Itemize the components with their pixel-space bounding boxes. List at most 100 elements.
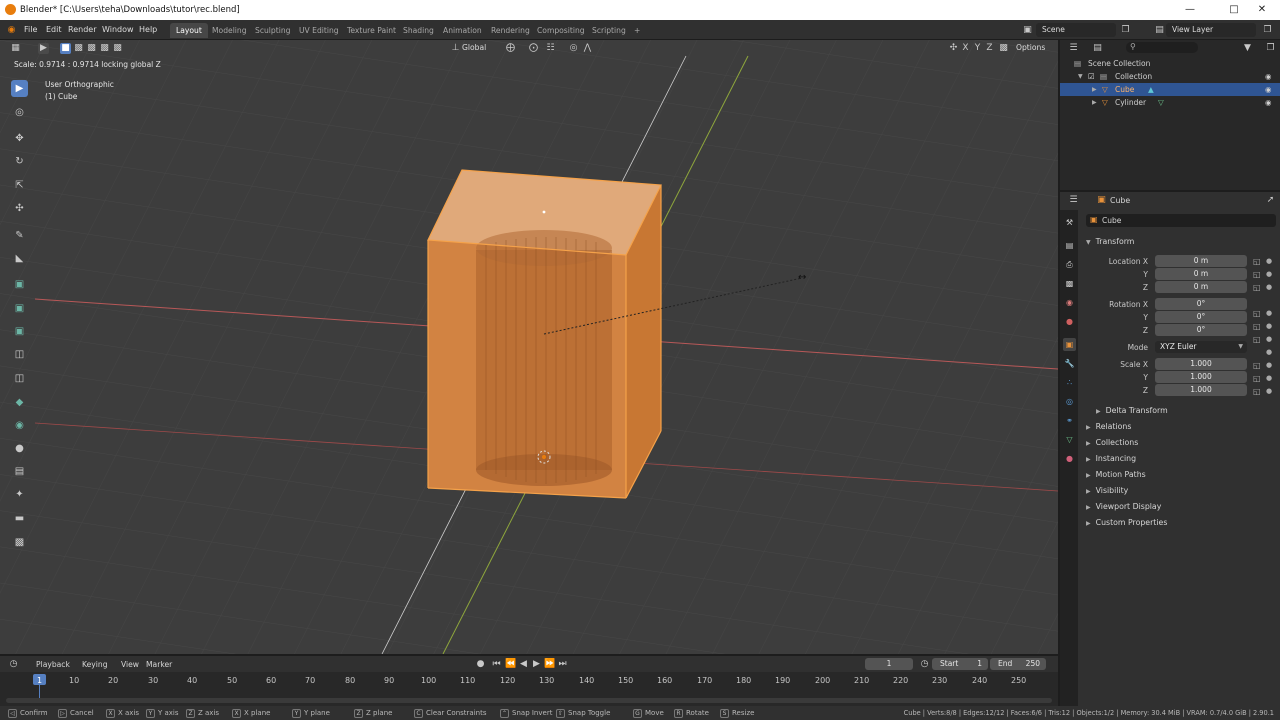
annotate-tool-icon[interactable]: ✎ [11,227,28,244]
transform-panel-header[interactable]: ▼ Transform [1086,237,1134,246]
new-collection-icon[interactable]: ❐ [1265,43,1276,54]
cylinder-body[interactable] [476,250,612,470]
keying-menu[interactable]: Keying [82,660,108,669]
cursor-tool-icon[interactable]: ◎ [11,104,28,121]
jump-end-icon[interactable]: ⏭ [557,659,568,670]
relations-panel[interactable]: ▶ Relations [1086,422,1131,431]
visibility-eye-icon[interactable]: ◉ [1265,96,1272,109]
editor-type-icon[interactable]: ▦ [10,43,21,54]
blender-menu-icon[interactable]: ◉ [6,25,17,36]
tab-compositing[interactable]: Compositing [531,23,591,38]
pin-icon[interactable]: ➚ [1265,195,1276,206]
tool-tab-icon[interactable]: ⚒ [1063,216,1076,229]
add-cube-tool-icon[interactable]: ▣ [11,276,28,293]
bevel-tool-icon[interactable]: ◫ [11,346,28,363]
mesh-data-icon[interactable]: ▽ [1158,96,1164,109]
select-intersect-icon[interactable]: ▩ [99,43,110,54]
expand-icon[interactable]: ▶ [1092,83,1097,96]
mesh-data-icon[interactable]: ▲ [1148,83,1154,96]
rotate-tool-icon[interactable]: ↻ [11,153,28,170]
select-extend-icon[interactable]: ▩ [73,43,84,54]
poly-build-tool-icon[interactable]: ◉ [11,417,28,434]
orientation-dropdown[interactable]: Global [462,43,486,52]
visibility-eye-icon[interactable]: ◉ [1265,83,1272,96]
snap-target-icon[interactable]: ☷ [545,43,556,54]
smooth-tool-icon[interactable]: ▤ [11,463,28,480]
mirror-x-toggle[interactable]: X [960,43,971,54]
outliner-collection[interactable]: ▼ ☑ ▤ Collection ◉ [1060,70,1280,83]
falloff-icon[interactable]: ⋀ [582,43,593,54]
end-frame-field[interactable]: End 250 [990,658,1046,670]
play-icon[interactable]: ▶ [531,659,542,670]
display-mode-icon[interactable]: ▤ [1092,43,1103,54]
move-tool-icon[interactable]: ✥ [11,130,28,147]
tab-animation[interactable]: Animation [437,23,488,38]
jump-start-icon[interactable]: ⏮ [491,659,502,670]
viewport-display-panel[interactable]: ▶ Viewport Display [1086,502,1161,511]
scale-z-field[interactable]: 1.000 [1155,384,1247,396]
transform-orientation-icon[interactable]: ⊥ [450,43,461,54]
overlay-icon[interactable]: ▩ [998,43,1009,54]
select-mode-icon[interactable]: ▶ [38,43,49,54]
new-scene-icon[interactable]: ❐ [1120,25,1131,36]
new-view-layer-icon[interactable]: ❐ [1262,25,1273,36]
extrude-tool-icon[interactable]: ▣ [11,300,28,317]
tab-sculpting[interactable]: Sculpting [249,23,296,38]
collections-panel[interactable]: ▶ Collections [1086,438,1138,447]
menu-file[interactable]: File [24,25,37,34]
visibility-eye-icon[interactable]: ◉ [1265,70,1272,83]
rotation-z-field[interactable]: 0° [1155,324,1247,336]
view-layer-icon[interactable]: ▤ [1154,25,1165,36]
select-subtract-icon[interactable]: ▩ [86,43,97,54]
close-icon[interactable]: ✕ [1244,0,1280,20]
location-y-field[interactable]: 0 m [1155,268,1247,280]
view-menu[interactable]: View [121,660,139,669]
expand-icon[interactable]: ▼ [1078,70,1083,83]
tab-texture-paint[interactable]: Texture Paint [341,23,402,38]
rip-tool-icon[interactable]: ▩ [11,534,28,551]
tab-shading[interactable]: Shading [397,23,440,38]
mirror-y-toggle[interactable]: Y [972,43,983,54]
playback-menu[interactable]: Playback [36,660,70,669]
proportional-edit-icon[interactable]: ◎ [568,43,579,54]
world-tab-icon[interactable]: ● [1063,315,1076,328]
inset-tool-icon[interactable]: ▣ [11,323,28,340]
select-box-icon[interactable]: ■ [60,43,71,54]
menu-edit[interactable]: Edit [46,25,62,34]
custom-properties-panel[interactable]: ▶ Custom Properties [1086,518,1167,527]
location-x-field[interactable]: 0 m [1155,255,1247,267]
outliner-editor-icon[interactable]: ☰ [1068,43,1079,54]
menu-render[interactable]: Render [68,25,96,34]
output-tab-icon[interactable]: ⎙ [1063,258,1076,271]
timeline-scrollbar[interactable] [6,698,1052,703]
checkbox-icon[interactable]: ☑ [1088,70,1095,83]
particles-tab-icon[interactable]: ∴ [1063,376,1076,389]
select-invert-icon[interactable]: ▩ [112,43,123,54]
rotation-y-field[interactable]: 0° [1155,311,1247,323]
scale-x-field[interactable]: 1.000 [1155,358,1247,370]
edge-slide-tool-icon[interactable]: ✦ [11,486,28,503]
outliner-item-cube[interactable]: ▶ ▽ Cube ▲ ◉ [1060,83,1280,96]
record-icon[interactable]: ● [475,659,486,670]
location-z-field[interactable]: 0 m [1155,281,1247,293]
select-box-tool-icon[interactable]: ▶ [11,80,28,97]
view-layer-tab-icon[interactable]: ▩ [1063,277,1076,290]
expand-icon[interactable]: ▶ [1092,96,1097,109]
snap-icon[interactable]: ⨀ [528,43,539,54]
rotation-mode-dropdown[interactable]: XYZ Euler ▼ [1155,341,1247,353]
scene-icon[interactable]: ▣ [1022,25,1033,36]
preview-range-icon[interactable]: ◷ [919,659,930,670]
add-workspace-button[interactable]: + [628,23,646,38]
tab-layout[interactable]: Layout [170,23,208,38]
object-tab-icon[interactable]: ▣ [1063,338,1076,351]
modifier-tab-icon[interactable]: 🔧 [1063,357,1076,370]
properties-editor-icon[interactable]: ☰ [1068,195,1079,206]
physics-tab-icon[interactable]: ◎ [1063,395,1076,408]
outliner-search-input[interactable]: ⚲ [1126,42,1198,53]
visibility-panel[interactable]: ▶ Visibility [1086,486,1128,495]
object-name-field[interactable]: ▣ Cube [1086,214,1276,227]
loop-cut-tool-icon[interactable]: ◫ [11,370,28,387]
start-frame-field[interactable]: Start 1 [932,658,988,670]
pivot-point-icon[interactable]: ⨁ [505,43,516,54]
lock-icons[interactable]: ◱ ◱ ◱ ◱ ◱ ◱ ◱ ◱ ◱ [1253,255,1261,398]
